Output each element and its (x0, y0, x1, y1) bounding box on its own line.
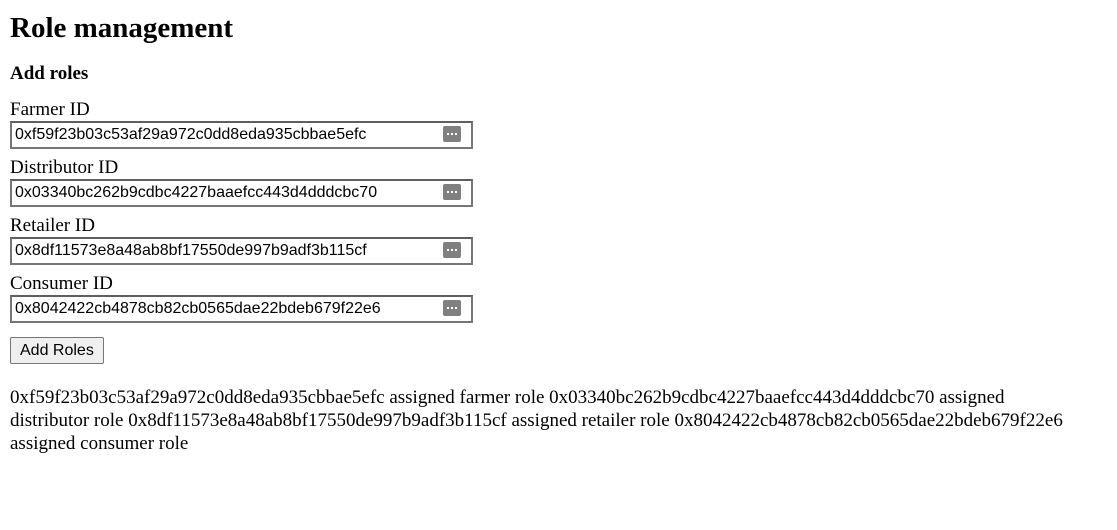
result-message: 0xf59f23b03c53af29a972c0dd8eda935cbbae5e… (10, 387, 1063, 454)
role-management-page: Role management Add roles Farmer ID Dist… (0, 0, 1117, 455)
farmer-id-input[interactable] (10, 121, 473, 149)
distributor-id-input[interactable] (10, 179, 473, 207)
distributor-id-label: Distributor ID (10, 157, 119, 178)
consumer-id-label: Consumer ID (10, 273, 113, 294)
consumer-id-field: Consumer ID (10, 273, 1107, 323)
retailer-id-label: Retailer ID (10, 215, 95, 236)
distributor-id-field: Distributor ID (10, 157, 1107, 207)
password-manager-icon[interactable] (443, 300, 461, 316)
add-roles-button[interactable]: Add Roles (10, 337, 104, 364)
password-manager-icon[interactable] (443, 126, 461, 142)
retailer-id-input-wrap (10, 237, 473, 265)
distributor-id-input-wrap (10, 179, 473, 207)
add-roles-form: Farmer ID Distributor ID Retailer ID Con… (10, 99, 1107, 364)
section-subtitle: Add roles (10, 63, 89, 84)
consumer-id-input[interactable] (10, 295, 473, 323)
page-title: Role management (10, 12, 234, 44)
farmer-id-label: Farmer ID (10, 99, 90, 120)
farmer-id-input-wrap (10, 121, 473, 149)
retailer-id-input[interactable] (10, 237, 473, 265)
password-manager-icon[interactable] (443, 184, 461, 200)
consumer-id-input-wrap (10, 295, 473, 323)
farmer-id-field: Farmer ID (10, 99, 1107, 149)
retailer-id-field: Retailer ID (10, 215, 1107, 265)
password-manager-icon[interactable] (443, 242, 461, 258)
